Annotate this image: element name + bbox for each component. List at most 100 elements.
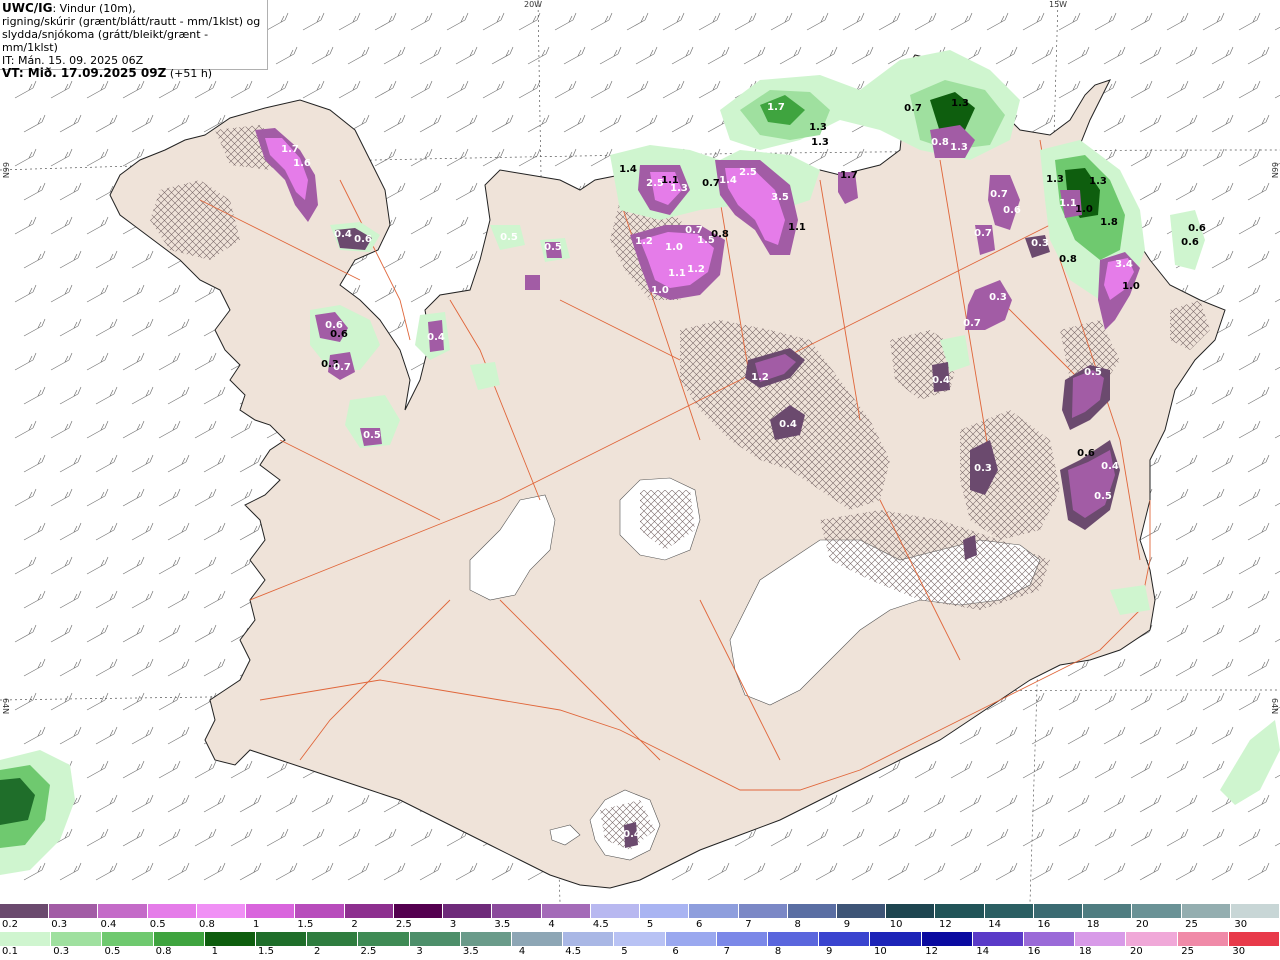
precip-value: 2.5 [739,167,757,178]
precip-value: 1.3 [670,183,688,194]
colorbar-swatch [492,904,542,918]
colorbar-swatch [768,932,820,946]
precip-value: 1.3 [1046,174,1064,185]
colorbar-swatch [147,904,197,918]
colorbar-label: 2 [314,946,321,957]
precip-value: 0.3 [974,463,992,474]
precip-value: 1.7 [840,170,858,181]
precip-value: 1.0 [1075,204,1093,215]
colorbar-swatch [640,904,690,918]
precip-value: 0.8 [711,229,729,240]
colorbar-swatch [1033,904,1084,918]
colorbar-label: 20 [1135,919,1149,930]
map-description-2: rigning/skúrir (grænt/blátt/rautt - mm/1… [2,15,261,28]
colorbar-swatch [196,904,247,918]
rain-colorbar [0,932,1280,946]
colorbar-swatch [409,932,461,946]
colorbar-label: 0.5 [104,946,121,957]
map-description-1: : Vindur (10m), [52,2,136,15]
colorbar-label: 4.5 [565,946,582,957]
colorbar-swatch [738,904,788,918]
colorbar-label: 0.4 [100,919,117,930]
colorbar-swatch [358,932,410,946]
colorbar-label: 8 [794,919,801,930]
colorbar-swatch [512,932,564,946]
weather-map: 1.7 1.6 0.4 0.6 0.6 0.6 0.3 0.7 0.5 0.4 0.5 0.5 1.4 2… [0,0,1280,903]
precip-value: 0.7 [990,189,1008,200]
precip-value: 1.0 [651,285,669,296]
colorbar-label: 3.5 [462,946,479,957]
precip-value: 0.4 [427,332,445,343]
precip-value: 1.6 [293,158,311,169]
lon-label-20w: 20W [524,0,543,9]
colorbar-label: 12 [939,919,952,930]
colorbar-swatch [1230,904,1280,918]
colorbar-swatch [870,932,922,946]
rain-colorbar-labels: 0.1 0.3 0.5 0.8 1 1.5 2 2.5 3 3.5 4 4.5 5 6 7 8 9 10 12 14 1… [0,946,1280,958]
precip-value: 1.2 [687,264,705,275]
precip-value: 1.3 [951,98,969,109]
colorbar-label: 5 [646,919,654,930]
colorbar-swatch [921,932,973,946]
colorbar-label: 12 [925,946,938,957]
colorbar-label: 9 [843,919,851,930]
colorbar-label: 4 [548,919,555,930]
colorbar-swatch [1132,904,1182,918]
colorbar-label: 30 [1234,919,1248,930]
precip-value: 1.0 [665,242,683,253]
precip-value: 0.3 [989,292,1007,303]
colorbar-swatch [1024,932,1076,946]
colorbar-swatch [98,904,148,918]
colorbar-label: 20 [1130,946,1143,957]
colorbar-swatch [935,904,985,918]
precip-value: 0.7 [974,228,992,239]
colorbar-swatch [819,932,871,946]
colorbar-label: 0.3 [51,919,68,930]
colorbar-label: 30 [1232,946,1246,957]
colorbar-swatch [49,904,99,918]
precip-value: 1.3 [811,137,829,148]
map-description-3: slydda/snjókoma (grátt/bleikt/grænt - mm… [2,28,209,54]
precip-value: 1.1 [788,222,806,233]
lat-label-66n-left: 66N [1,162,10,179]
colorbar-label: 16 [1027,946,1041,957]
colorbar-label: 4 [518,946,526,957]
colorbar-swatch [102,932,154,946]
colorbar-swatch [972,932,1025,946]
colorbar-swatch [1228,932,1280,946]
colorbar-label: 1 [252,919,260,930]
colorbar-label: 18 [1086,919,1100,930]
colorbar-swatch [836,904,887,918]
precip-value: 0.5 [363,430,381,441]
colorbar-label: 1.5 [258,946,274,957]
colorbar-swatch [984,904,1034,918]
colorbar-swatch [665,932,717,946]
precip-value: 3.5 [771,192,789,203]
colorbar-label: 25 [1181,946,1194,957]
precip-value: 0.6 [1181,237,1199,248]
colorbar-label: 3 [449,919,457,930]
lon-label-15w: 15W [1049,0,1068,9]
colorbar-label: 14 [976,946,990,957]
colorbar-swatch [307,932,359,946]
colorbar-swatch [51,932,103,946]
precip-value: 0.5 [1094,491,1112,502]
precip-value: 0.3 [1031,238,1049,249]
precip-value: 1.3 [809,122,827,133]
colorbar-label: 0.2 [2,919,18,930]
colorbar-swatch [590,904,641,918]
colorbar-label: 2.5 [360,946,377,957]
precip-value: 0.8 [931,137,949,148]
snow-colorbar [0,904,1280,918]
precip-value: 0.6 [1003,205,1021,216]
snow-colorbar-labels: 0.2 0.3 0.4 0.5 0.8 1 1.5 2 2.5 3 3.5 4 4.5 5 6 7 8 9 10 12… [0,919,1280,931]
colorbar-swatch [0,904,50,918]
precip-value: 0.5 [544,242,562,253]
colorbar-label: 3 [416,946,423,957]
colorbar-label: 7 [723,946,730,957]
colorbar-label: 5 [621,946,628,957]
precip-value: 0.7 [333,362,351,373]
precip-value: 0.6 [1077,448,1095,459]
colorbar-swatch [295,904,345,918]
lat-label-66n-right: 66N [1270,162,1279,179]
